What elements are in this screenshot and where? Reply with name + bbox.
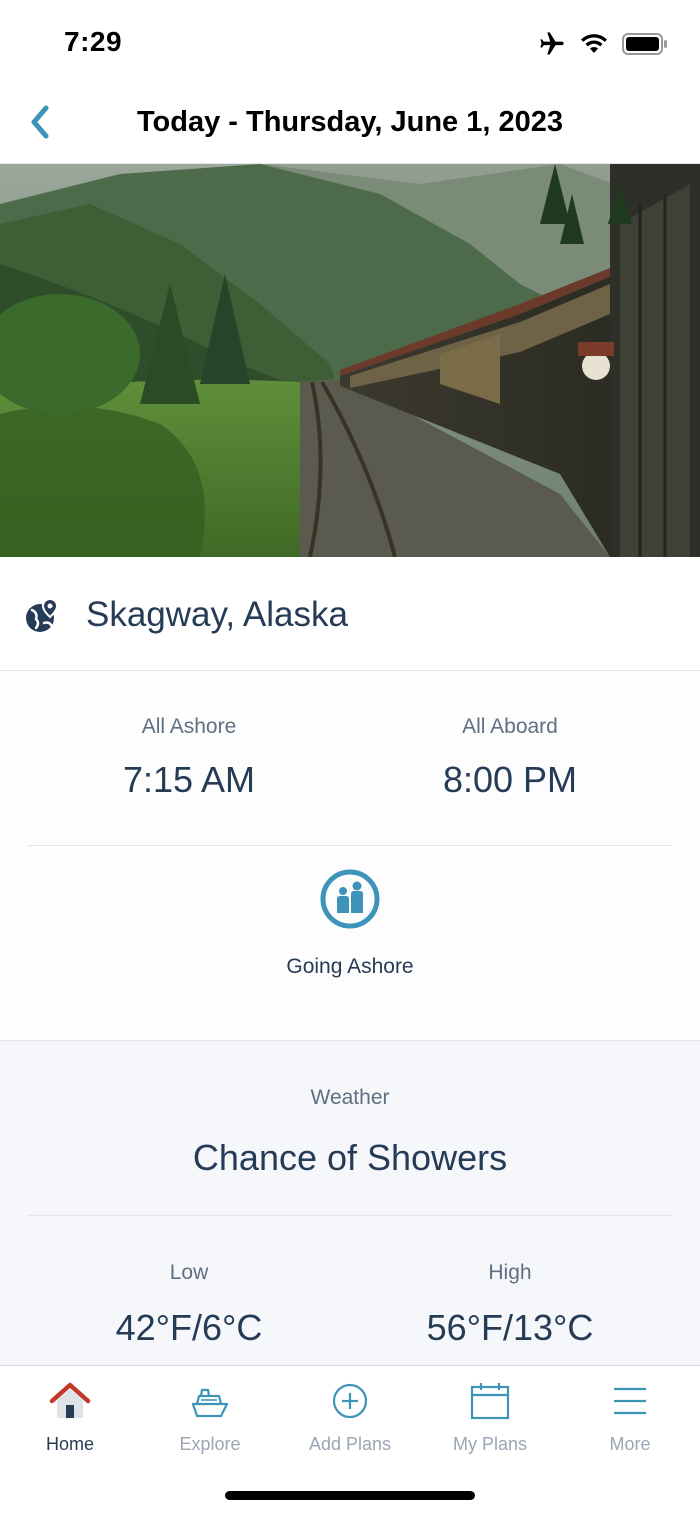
tab-label: Explore	[179, 1434, 241, 1454]
all-aboard-block: All Aboard 8:00 PM	[380, 715, 640, 801]
tab-home[interactable]: Home	[0, 1380, 140, 1455]
tab-label: More	[609, 1434, 651, 1454]
port-row: Skagway, Alaska	[0, 557, 700, 671]
going-ashore-button[interactable]: Going Ashore	[250, 869, 450, 979]
hero-photo	[0, 164, 700, 557]
tab-explore[interactable]: Explore	[140, 1380, 280, 1455]
tab-label: Add Plans	[308, 1434, 392, 1454]
weather-label: Weather	[310, 1086, 390, 1109]
status-bar: 7:29	[0, 0, 700, 88]
nav-header: Today - Thursday, June 1, 2023	[0, 88, 700, 164]
low-temp-block: Low 42°F/6°C	[59, 1261, 319, 1349]
app-screen: 7:29 Today - Thursday, June 1, 2023 Skag…	[0, 0, 700, 1515]
home-icon	[0, 1380, 140, 1422]
wifi-icon	[580, 33, 608, 55]
weather-section: Weather Chance of Showers Low 42°F/6°C H…	[0, 1041, 700, 1365]
divider	[28, 845, 672, 846]
calendar-icon	[420, 1380, 560, 1422]
going-ashore-label: Going Ashore	[286, 955, 414, 978]
home-indicator	[225, 1491, 475, 1500]
divider	[28, 1215, 672, 1216]
high-label: High	[488, 1261, 532, 1284]
weather-value: Chance of Showers	[192, 1137, 508, 1178]
all-aboard-value: 8:00 PM	[442, 759, 578, 800]
menu-icon	[560, 1380, 700, 1422]
airplane-icon	[538, 30, 566, 58]
all-ashore-block: All Ashore 7:15 AM	[59, 715, 319, 801]
all-ashore-label: All Ashore	[141, 715, 237, 738]
globe-pin-icon	[24, 597, 59, 640]
high-value: 56°F/13°C	[426, 1307, 594, 1348]
all-ashore-value: 7:15 AM	[122, 759, 256, 800]
tab-my-plans[interactable]: My Plans	[420, 1380, 560, 1455]
status-icons	[538, 30, 668, 58]
low-label: Low	[169, 1261, 209, 1284]
tab-label: Home	[45, 1434, 94, 1454]
tab-more[interactable]: More	[560, 1380, 700, 1455]
tab-add-plans[interactable]: Add Plans	[280, 1380, 420, 1455]
ship-icon	[140, 1380, 280, 1422]
all-aboard-label: All Aboard	[462, 715, 558, 738]
battery-icon	[622, 33, 668, 55]
status-time: 7:29	[64, 26, 123, 57]
plus-circle-icon	[280, 1380, 420, 1422]
family-icon	[320, 869, 380, 929]
tab-label: My Plans	[452, 1434, 528, 1454]
high-temp-block: High 56°F/13°C	[380, 1261, 640, 1349]
page-title: Today - Thursday, June 1, 2023	[136, 106, 563, 138]
low-value: 42°F/6°C	[115, 1307, 263, 1348]
port-name: Skagway, Alaska	[86, 595, 348, 634]
times-section: All Ashore 7:15 AM All Aboard 8:00 PM Go…	[0, 671, 700, 1041]
